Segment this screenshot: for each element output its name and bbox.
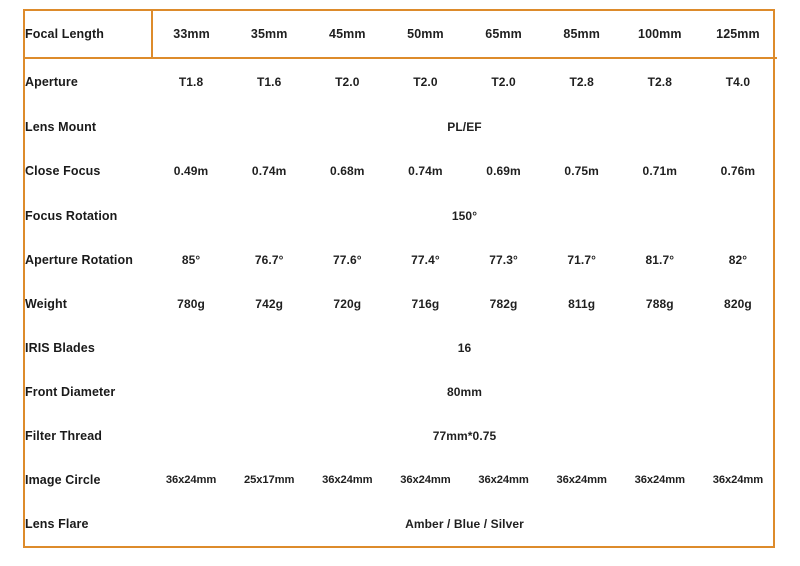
row-label-focus-rotation: Focus Rotation	[25, 208, 118, 223]
column-header-8: 125mm	[698, 11, 777, 60]
cell-value: 0.76m	[720, 164, 756, 179]
cell-value: 77.3°	[489, 252, 518, 267]
table-header-row: Focal Length 33mm 35mm 45mm 50mm 65mm 85mm 100m…	[25, 11, 777, 60]
cell-value: 36x24mm	[634, 473, 685, 486]
row-value-spanning: 16	[457, 340, 472, 355]
row-value-spanning: Amber / Blue / Silver	[405, 516, 524, 531]
row-label-aperture: Aperture	[25, 75, 78, 90]
row-value-spanning: 77mm*0.75	[432, 428, 497, 443]
cell-value: 0.69m	[486, 164, 521, 179]
cell-value: 742g	[255, 296, 284, 311]
table-row: Lens Mount PL/EF	[25, 105, 777, 149]
cell-value: 0.71m	[642, 164, 678, 179]
cell-value: 77.6°	[332, 252, 362, 267]
table-row: Filter Thread 77mm*0.75	[25, 414, 777, 458]
cell-value: 36x24mm	[322, 473, 373, 486]
table-row: Aperture T1.8 T1.6 T2.0 T2.0 T2.0 T2.8 T2.8 T4.0	[25, 58, 777, 105]
cell-value: 25x17mm	[244, 473, 295, 486]
cell-value: T2.0	[413, 75, 438, 90]
cell-value: T2.0	[335, 75, 360, 90]
spec-table-body: Focal Length 33mm 35mm 45mm 50mm 65mm 85mm 100m…	[25, 11, 777, 546]
cell-value: 0.74m	[408, 164, 443, 179]
row-label-close-focus: Close Focus	[25, 164, 101, 179]
table-row: Aperture Rotation 85° 76.7° 77.6° 77.4° 77.3°…	[25, 238, 777, 282]
cell-value: T2.0	[491, 75, 516, 90]
row-label-lens-mount: Lens Mount	[25, 120, 97, 135]
cell-value: 36x24mm	[712, 473, 764, 486]
column-header-5: 65mm	[464, 11, 543, 60]
cell-value: 0.49m	[173, 164, 209, 179]
column-header-1: 33mm	[152, 11, 231, 60]
row-label-aperture-rotation: Aperture Rotation	[25, 252, 133, 267]
column-header-4: 50mm	[386, 11, 465, 60]
cell-value: 71.7°	[567, 252, 597, 267]
row-value-spanning: 150°	[451, 208, 478, 223]
cell-value: T1.6	[256, 75, 282, 90]
column-header-3: 45mm	[308, 11, 387, 60]
cell-value: 820g	[724, 296, 752, 311]
column-header-7: 100mm	[620, 11, 699, 60]
cell-value: 36x24mm	[400, 473, 451, 486]
cell-value: 36x24mm	[165, 473, 217, 486]
table-row: Front Diameter 80mm	[25, 370, 777, 414]
spec-table: Focal Length 33mm 35mm 45mm 50mm 65mm 85mm 100m…	[25, 11, 777, 546]
table-row: Lens Flare Amber / Blue / Silver	[25, 502, 777, 546]
cell-value: 0.74m	[251, 164, 287, 179]
row-label-image-circle: Image Circle	[25, 472, 101, 487]
row-value-spanning: PL/EF	[447, 120, 482, 135]
table-row: Focus Rotation 150°	[25, 194, 777, 238]
cell-value: 788g	[645, 296, 674, 311]
cell-value: 76.7°	[254, 252, 284, 267]
cell-value: 811g	[568, 296, 596, 311]
cell-value: T1.8	[178, 75, 204, 90]
cell-value: 82°	[728, 252, 748, 267]
table-row: Image Circle 36x24mm 25x17mm 36x24mm 36x24mm…	[25, 458, 777, 502]
cell-value: 36x24mm	[478, 473, 529, 486]
cell-value: 0.68m	[330, 164, 365, 179]
row-label-front-diameter: Front Diameter	[25, 384, 116, 399]
cell-value: T2.8	[647, 75, 673, 90]
table-row: Weight 780g 742g 720g 716g 782g 811g 788g 820g	[25, 282, 777, 326]
row-label-iris-blades: IRIS Blades	[25, 340, 95, 355]
cell-value: 782g	[489, 296, 518, 311]
cell-value: 720g	[333, 296, 362, 311]
cell-value: 716g	[411, 296, 440, 311]
cell-value: 780g	[177, 296, 205, 311]
cell-value: T2.8	[569, 75, 594, 90]
table-row: IRIS Blades 16	[25, 326, 777, 370]
cell-value: T4.0	[725, 75, 751, 90]
column-header-6: 85mm	[542, 11, 621, 60]
header-label-focal-length: Focal Length	[25, 11, 153, 60]
table-row: Close Focus 0.49m 0.74m 0.68m 0.74m 0.69m 0.75…	[25, 149, 777, 193]
row-label-filter-thread: Filter Thread	[25, 428, 103, 443]
cell-value: 77.4°	[411, 252, 440, 267]
lens-specification-table: Focal Length 33mm 35mm 45mm 50mm 65mm 85mm 100m…	[23, 9, 777, 548]
cell-value: 81.7°	[645, 252, 675, 267]
row-label-weight: Weight	[25, 296, 68, 311]
cell-value: 85°	[181, 252, 201, 267]
row-label-lens-flare: Lens Flare	[25, 516, 89, 531]
cell-value: 0.75m	[564, 164, 599, 179]
row-value-spanning: 80mm	[446, 384, 483, 399]
cell-value: 36x24mm	[556, 473, 607, 486]
column-header-2: 35mm	[230, 11, 309, 60]
